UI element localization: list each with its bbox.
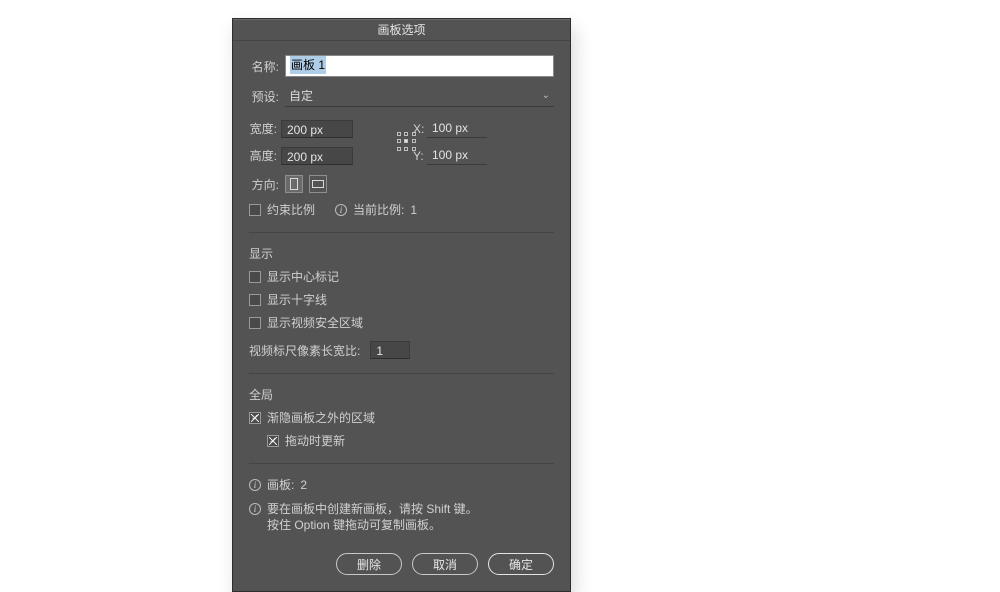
dialog-title: 画板选项: [233, 19, 570, 41]
fade-label: 渐隐画板之外的区域: [267, 409, 375, 426]
show-safe-label: 显示视频安全区域: [267, 314, 363, 331]
info-icon: i: [249, 503, 261, 515]
x-label: X:: [413, 122, 427, 136]
display-heading: 显示: [249, 245, 554, 262]
constrain-label: 约束比例: [267, 201, 315, 218]
chevron-down-icon: ⌄: [542, 90, 550, 101]
section-display: 显示 显示中心标记 显示十字线 显示视频安全区域 视频标尺像素长宽比: 1: [249, 245, 554, 374]
width-label: 宽度:: [249, 120, 281, 137]
section-global: 全局 渐隐画板之外的区域 拖动时更新: [249, 386, 554, 464]
drag-update-checkbox[interactable]: [267, 435, 279, 447]
cancel-button[interactable]: 取消: [412, 553, 478, 575]
current-ratio-value: 1: [410, 203, 417, 217]
artboard-count-label: 画板:: [267, 476, 294, 493]
preset-row: 预设: 自定 ⌄: [249, 85, 554, 107]
preset-value: 自定: [289, 87, 313, 104]
drag-update-label: 拖动时更新: [285, 432, 345, 449]
fade-checkbox[interactable]: [249, 412, 261, 424]
dialog-body: 名称: 画板 1 预设: 自定 ⌄ 宽度: 200 px: [233, 41, 570, 591]
global-heading: 全局: [249, 386, 554, 403]
constrain-row: 约束比例 i 当前比例: 1: [249, 201, 554, 218]
orientation-row: 方向:: [249, 175, 554, 193]
height-input[interactable]: 200 px: [281, 147, 353, 165]
name-input-value: 画板 1: [290, 56, 326, 74]
ruler-ratio-input[interactable]: 1: [370, 341, 410, 359]
orientation-landscape-button[interactable]: [309, 175, 327, 193]
x-input[interactable]: 100 px: [427, 119, 487, 138]
artboard-count-value: 2: [300, 478, 307, 492]
y-input[interactable]: 100 px: [427, 146, 487, 165]
section-info: i 画板: 2 i 要在画板中创建新画板，请按 Shift 键。 按住 Opti…: [249, 476, 554, 575]
show-crosshair-label: 显示十字线: [267, 291, 327, 308]
portrait-icon: [290, 178, 298, 190]
button-bar: 删除 取消 确定: [249, 553, 554, 575]
artboard-options-dialog: 画板选项 名称: 画板 1 预设: 自定 ⌄ 宽度: 200 px: [232, 18, 571, 592]
ok-button[interactable]: 确定: [488, 553, 554, 575]
orientation-label: 方向:: [249, 176, 279, 193]
width-input[interactable]: 200 px: [281, 120, 353, 138]
show-center-label: 显示中心标记: [267, 268, 339, 285]
name-row: 名称: 画板 1: [249, 55, 554, 77]
constrain-checkbox[interactable]: [249, 204, 261, 216]
y-label: Y:: [413, 149, 427, 163]
preset-select[interactable]: 自定 ⌄: [285, 85, 554, 107]
current-ratio-label: 当前比例:: [353, 201, 404, 218]
show-center-checkbox[interactable]: [249, 271, 261, 283]
preset-label: 预设:: [249, 88, 279, 105]
hint-text: 要在画板中创建新画板，请按 Shift 键。 按住 Option 键拖动可复制画…: [267, 501, 478, 533]
info-icon: i: [335, 204, 347, 216]
ruler-ratio-label: 视频标尺像素长宽比:: [249, 342, 360, 359]
show-safe-checkbox[interactable]: [249, 317, 261, 329]
height-label: 高度:: [249, 147, 281, 164]
info-icon: i: [249, 479, 261, 491]
hint-line-1: 要在画板中创建新画板，请按 Shift 键。: [267, 501, 478, 517]
delete-button[interactable]: 删除: [336, 553, 402, 575]
orientation-portrait-button[interactable]: [285, 175, 303, 193]
name-label: 名称:: [249, 58, 279, 75]
hint-line-2: 按住 Option 键拖动可复制画板。: [267, 517, 478, 533]
show-crosshair-checkbox[interactable]: [249, 294, 261, 306]
landscape-icon: [312, 180, 324, 188]
dimensions-grid: 宽度: 200 px X: 100 px 高度: 200 px Y: 100 p…: [249, 119, 554, 165]
name-input[interactable]: 画板 1: [285, 55, 554, 77]
section-geometry: 名称: 画板 1 预设: 自定 ⌄ 宽度: 200 px: [249, 55, 554, 233]
